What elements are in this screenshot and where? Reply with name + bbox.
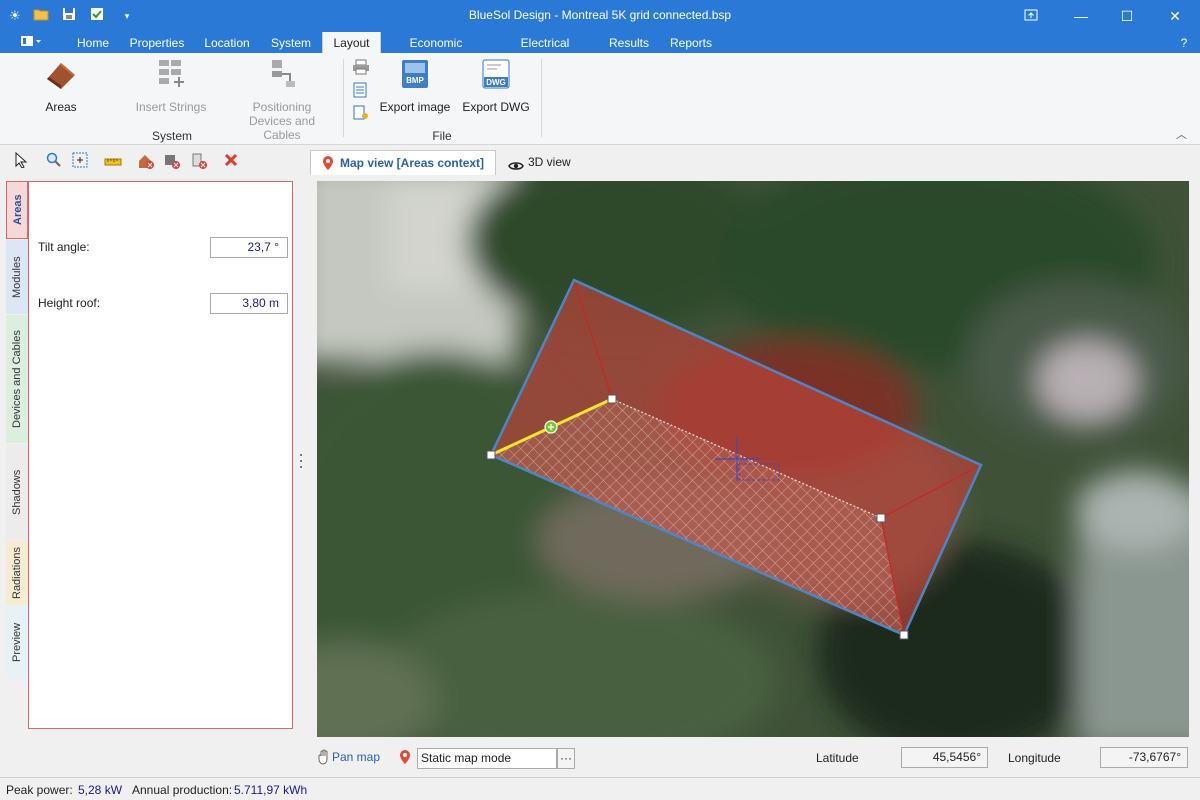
ruler-icon[interactable] — [103, 152, 123, 172]
roof-areas-icon — [36, 57, 86, 93]
annual-production-label: Annual production: — [132, 783, 233, 797]
ribbon-panel: Areas Insert Strings Positioning Devices… — [0, 53, 1200, 145]
map-canvas[interactable] — [317, 181, 1189, 737]
positioning-devices-button[interactable]: Positioning Devices and Cables — [232, 57, 332, 142]
side-tab-preview[interactable]: Preview — [6, 606, 28, 678]
left-toolbar — [0, 148, 305, 176]
side-tab-devices-cables[interactable]: Devices and Cables — [6, 315, 28, 443]
zoom-icon[interactable] — [44, 152, 64, 172]
latitude-label: Latitude — [816, 751, 859, 765]
areas-button[interactable]: Areas — [36, 57, 86, 114]
side-tab-radiations[interactable]: Radiations — [6, 541, 28, 605]
aerial-map-image — [317, 181, 1189, 737]
dropdown-arrow-icon[interactable]: ▾ — [118, 7, 136, 25]
eye-icon — [508, 156, 524, 180]
side-tab-areas[interactable]: Areas — [6, 181, 28, 239]
tab-layout[interactable]: Layout — [322, 32, 381, 53]
side-tab-shadows[interactable]: Shadows — [6, 444, 28, 540]
height-roof-field[interactable]: 3,80 m — [210, 293, 288, 314]
longitude-field: -73,6767° — [1100, 747, 1188, 768]
export-dwg-button[interactable]: DWG Export DWG — [460, 57, 532, 114]
tab-map-view[interactable]: Map view [Areas context] — [310, 150, 496, 175]
delete-all-icon[interactable] — [221, 152, 241, 172]
positioning-label-1: Positioning — [252, 100, 312, 114]
help-button[interactable]: ? — [1174, 32, 1194, 53]
tab-system[interactable]: System — [266, 32, 316, 53]
open-folder-icon[interactable] — [32, 7, 50, 25]
insert-strings-button[interactable]: Insert Strings — [132, 57, 210, 114]
insert-strings-label: Insert Strings — [135, 100, 207, 114]
collapse-ribbon-icon[interactable]: ︿ — [1176, 126, 1187, 142]
latitude-field: 45,5456° — [901, 747, 988, 768]
restore-ribbon-icon[interactable] — [1008, 0, 1054, 32]
title-bar: BlueSol Design - Montreal 5K grid connec… — [0, 0, 1200, 32]
save-icon[interactable] — [60, 7, 78, 25]
map-mode-more-button[interactable]: ··· — [557, 748, 575, 769]
zoom-extent-icon[interactable] — [70, 152, 90, 172]
status-bar: Peak power: 5,28 kW Annual production: 5… — [0, 777, 1200, 800]
height-roof-label: Height roof: — [38, 296, 101, 310]
minimize-button[interactable]: — — [1058, 0, 1104, 32]
map-pin-icon — [399, 749, 411, 768]
map-mode-field[interactable]: Static map mode — [417, 748, 557, 769]
tab-properties[interactable]: Properties — [126, 32, 188, 53]
select-pointer-icon[interactable] — [11, 151, 31, 172]
print-icon[interactable] — [352, 59, 370, 78]
positioning-label-2: Devices and Cables — [248, 114, 316, 142]
peak-power-value: 5,28 kW — [78, 783, 123, 797]
maximize-button[interactable]: ☐ — [1104, 0, 1150, 32]
hand-pan-icon[interactable] — [318, 749, 330, 768]
area-properties-panel: Tilt angle: 23,7 ° Height roof: 3,80 m — [28, 181, 293, 729]
file-group-label: File — [432, 129, 452, 143]
tab-results[interactable]: Results — [604, 32, 654, 53]
group-separator — [541, 59, 542, 137]
system-group-label: System — [151, 129, 192, 143]
bmp-badge: BMP — [406, 76, 424, 85]
delete-area-icon[interactable] — [136, 152, 156, 172]
app-sun-icon[interactable]: ☀ — [6, 7, 24, 25]
tab-home[interactable]: Home — [70, 32, 116, 53]
longitude-label: Longitude — [1008, 751, 1061, 765]
map-pin-icon — [322, 155, 334, 179]
map-footer: Pan map Static map mode ··· Latitude 45,… — [310, 742, 1200, 774]
insert-strings-icon — [132, 57, 210, 93]
export-image-icon: BMP — [378, 57, 452, 93]
delete-modules-icon[interactable] — [162, 152, 182, 172]
delete-devices-icon[interactable] — [189, 152, 209, 172]
side-tab-modules[interactable]: Modules — [6, 240, 28, 314]
dwg-badge: DWG — [486, 78, 506, 87]
page-setup-icon[interactable] — [352, 82, 368, 101]
tab-3d-view[interactable]: 3D view — [506, 150, 576, 175]
export-image-label: Export image — [379, 100, 451, 114]
tilt-angle-field[interactable]: 23,7 ° — [210, 237, 288, 258]
ribbon-tab-bar: Home Properties Location System Layout E… — [0, 32, 1200, 72]
3d-view-label: 3D view — [528, 155, 571, 169]
positioning-devices-icon — [232, 57, 332, 93]
tab-economic-analysis[interactable]: Economic analysis — [388, 32, 484, 72]
document-settings-icon[interactable] — [352, 105, 370, 124]
map-view-label: Map view [Areas context] — [340, 156, 485, 170]
pan-map-link[interactable]: Pan map — [332, 750, 380, 764]
app-menu-button[interactable] — [16, 32, 46, 53]
export-dwg-icon: DWG — [460, 57, 532, 93]
peak-power-label: Peak power: — [6, 783, 73, 797]
tab-reports[interactable]: Reports — [664, 32, 718, 53]
group-separator — [343, 59, 344, 137]
export-dwg-label: Export DWG — [462, 100, 530, 114]
areas-label: Areas — [45, 100, 77, 114]
export-image-button[interactable]: BMP Export image — [378, 57, 452, 114]
map-tab-bar: Map view [Areas context] 3D view — [310, 148, 1200, 176]
tilt-angle-label: Tilt angle: — [38, 240, 90, 254]
annual-production-value: 5.711,97 kWh — [234, 783, 308, 797]
tab-location[interactable]: Location — [198, 32, 256, 53]
tab-electrical-scheme[interactable]: Electrical scheme — [498, 32, 592, 72]
splitter-grip[interactable] — [299, 452, 303, 470]
checklist-icon[interactable] — [88, 7, 106, 25]
close-button[interactable]: ✕ — [1152, 0, 1198, 32]
